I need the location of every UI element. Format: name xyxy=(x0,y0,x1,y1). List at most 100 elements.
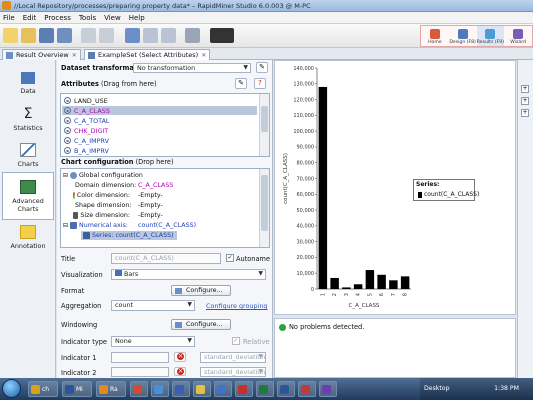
visualization-select[interactable]: Bars ▼ xyxy=(111,269,266,280)
close-icon[interactable]: ✕ xyxy=(201,52,206,59)
expand-icon[interactable]: + xyxy=(521,85,529,93)
attribute-item[interactable]: ▪ C_A_TOTAL xyxy=(64,116,110,125)
menu-view[interactable]: View xyxy=(104,14,121,22)
open-folder-icon[interactable] xyxy=(21,28,36,43)
perspective-wizard[interactable]: Wizard xyxy=(504,26,532,46)
tree-global-configuration[interactable]: ⊟ Global configuration xyxy=(63,171,143,180)
menu-file[interactable]: File xyxy=(3,14,15,22)
tree-numerical-axis[interactable]: ⊟ Numerical axis: count(C_A_CLASS) xyxy=(63,221,196,230)
expand-icon[interactable]: + xyxy=(521,97,529,105)
perspective-results[interactable]: Results (F9) xyxy=(476,26,505,46)
attribute-item[interactable]: ▪ CHK_DIGIT xyxy=(64,126,108,135)
attribute-item[interactable]: ▪ B_A_IMPRV xyxy=(64,146,109,155)
chart-configuration-tree: ⊟ Global configuration Domain dimension:… xyxy=(60,168,270,248)
taskbar-app-button[interactable]: Ra xyxy=(96,381,126,397)
attribute-item[interactable]: ▪ LAND_USE xyxy=(64,96,108,105)
edit-icon[interactable]: ✎ xyxy=(235,78,247,89)
taskbar-app-button[interactable] xyxy=(214,381,232,397)
wrench-icon[interactable]: ✎ xyxy=(256,62,268,73)
menu-help[interactable]: Help xyxy=(129,14,145,22)
title-input[interactable]: count(C_A_CLASS) xyxy=(111,253,221,264)
perspective-design[interactable]: Design (F8) xyxy=(449,26,477,46)
y-tick-label: 50,000 xyxy=(297,208,315,214)
scrollbar-thumb[interactable] xyxy=(261,106,268,132)
attributes-scrollbar[interactable] xyxy=(259,94,269,156)
tree-size-dimension[interactable]: Size dimension: -Empty- xyxy=(73,211,163,220)
nav-statistics[interactable]: Σ Statistics xyxy=(2,100,54,138)
clear-indicator1-icon[interactable] xyxy=(174,352,186,362)
attribute-item-selected[interactable]: ▪ C_A_CLASS xyxy=(62,106,257,115)
taskbar-app-button[interactable] xyxy=(151,381,169,397)
indicator2-input[interactable] xyxy=(111,367,169,377)
taskbar-app-button[interactable] xyxy=(172,381,190,397)
tree-collapse-icon[interactable]: ⊟ xyxy=(63,172,68,179)
taskbar-app-button[interactable] xyxy=(256,381,274,397)
run-icon[interactable] xyxy=(125,28,140,43)
tab-exampleset[interactable]: ExampleSet (Select Attributes) ✕ xyxy=(84,49,211,60)
attribute-name: C_A_CLASS xyxy=(74,106,110,115)
taskbar-app-button[interactable] xyxy=(319,381,337,397)
tree-domain-dimension[interactable]: Domain dimension: C_A_CLASS xyxy=(73,181,173,190)
nav-annotation[interactable]: Annotation xyxy=(2,218,54,256)
nav-advanced-charts[interactable]: Advanced Charts xyxy=(2,172,54,220)
autoname-checkbox[interactable]: ✓ xyxy=(226,254,234,262)
taskbar-app-button[interactable] xyxy=(235,381,253,397)
menu-tools[interactable]: Tools xyxy=(79,14,96,22)
dataset-transformation-select[interactable]: No transformation ▼ xyxy=(133,63,251,73)
tree-series-item[interactable]: Series: count(C_A_CLASS) xyxy=(81,231,177,240)
tab-result-overview[interactable]: Result Overview ✕ xyxy=(2,49,81,60)
pause-icon[interactable] xyxy=(143,28,158,43)
process-state-icon[interactable] xyxy=(210,28,234,43)
menu-process[interactable]: Process xyxy=(44,14,71,22)
nav-data-label: Data xyxy=(20,86,36,95)
scrollbar-thumb[interactable] xyxy=(261,175,268,231)
taskbar-app-button[interactable] xyxy=(130,381,148,397)
nav-data[interactable]: Data xyxy=(2,64,54,102)
tree-shape-dimension[interactable]: Shape dimension: -Empty- xyxy=(73,201,163,210)
windowing-configure-button[interactable]: Configure... xyxy=(171,319,231,330)
aggregation-select[interactable]: count ▼ xyxy=(111,300,195,311)
help-icon[interactable]: ? xyxy=(254,78,266,89)
y-tick-label: 40,000 xyxy=(297,224,315,230)
taskbar-app-button[interactable] xyxy=(298,381,316,397)
nav-charts[interactable]: Charts xyxy=(2,136,54,174)
perspective-home[interactable]: Home xyxy=(421,26,449,46)
save-as-icon[interactable] xyxy=(57,28,72,43)
indicator-type-select[interactable]: None ▼ xyxy=(111,336,195,347)
menu-edit[interactable]: Edit xyxy=(23,14,37,22)
redo-icon[interactable] xyxy=(99,28,114,43)
indicator2-select[interactable]: standard_deviation ▼ xyxy=(200,367,266,377)
taskbar-app-button[interactable] xyxy=(277,381,295,397)
relative-checkbox[interactable]: ✓ xyxy=(232,337,240,345)
import-icon[interactable] xyxy=(185,28,200,43)
perspective-wizard-label: Wizard xyxy=(510,40,526,45)
indicator1-input[interactable] xyxy=(111,352,169,363)
taskbar-app-button[interactable]: Mi xyxy=(62,381,92,397)
config-scrollbar[interactable] xyxy=(259,169,269,247)
expand-icon[interactable]: + xyxy=(521,109,529,117)
undo-icon[interactable] xyxy=(81,28,96,43)
title-label: Title xyxy=(61,255,76,263)
attribute-item[interactable]: ▪ C_A_IMPRV xyxy=(64,136,109,145)
close-icon[interactable]: ✕ xyxy=(72,52,77,59)
new-process-icon[interactable] xyxy=(3,28,18,43)
format-configure-button[interactable]: Configure... xyxy=(171,285,231,296)
bar xyxy=(318,86,328,289)
start-button[interactable] xyxy=(2,379,21,398)
globe-icon xyxy=(70,172,78,179)
taskbar-app-button[interactable]: ch xyxy=(28,381,58,397)
tree-collapse-icon[interactable]: ⊟ xyxy=(63,222,68,229)
y-tick-label: 10,000 xyxy=(297,271,315,277)
aggregation-value: count xyxy=(115,301,134,309)
stop-icon[interactable] xyxy=(161,28,176,43)
taskbar-app-label: Ra xyxy=(110,385,118,393)
tree-color-dimension[interactable]: Color dimension: -Empty- xyxy=(73,191,163,200)
repository-strip: + + + xyxy=(517,60,533,378)
configure-grouping-link[interactable]: Configure grouping xyxy=(206,302,267,310)
desktop-label[interactable]: Desktop xyxy=(424,385,450,392)
taskbar-app-button[interactable] xyxy=(193,381,211,397)
clock[interactable]: 1:38 PM xyxy=(494,385,519,392)
indicator1-select[interactable]: standard_deviation ▼ xyxy=(200,352,266,363)
clear-indicator2-icon[interactable] xyxy=(174,367,186,376)
save-icon[interactable] xyxy=(39,28,54,43)
